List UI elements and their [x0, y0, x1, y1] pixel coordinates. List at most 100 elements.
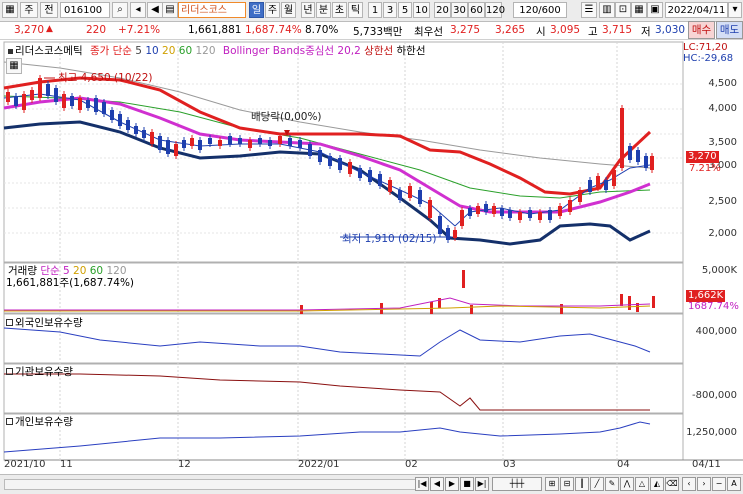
- chart-scrollbar[interactable]: |◀ ◀ ▶ ■ ▶| ┼┼┼ ⊞ ⊟ ┃ ╱ ✎ ⋀ △ ◭ ⌫ ‹ › − …: [0, 474, 743, 494]
- candle-body: [596, 176, 600, 188]
- interval-5-button[interactable]: 30: [451, 2, 468, 18]
- open-price: 3,095: [550, 24, 581, 36]
- foreign-title: 외국인보유수량: [6, 315, 83, 330]
- candle-body: [22, 94, 26, 110]
- volume-bar: [652, 296, 655, 308]
- interval-4-button[interactable]: 20: [434, 2, 451, 18]
- volume-pct-tag: 1687.74%: [688, 301, 739, 312]
- expand-icon[interactable]: A: [727, 477, 741, 491]
- line-icon[interactable]: ╱: [590, 477, 604, 491]
- x-axis-label: 11: [60, 459, 73, 470]
- interval-7-button[interactable]: 120: [485, 2, 505, 18]
- x-axis-label: 12: [178, 459, 191, 470]
- scroll-left-icon[interactable]: ‹: [682, 477, 696, 491]
- candle-body: [484, 204, 488, 212]
- range-select[interactable]: 전: [40, 2, 58, 18]
- speaker-icon[interactable]: ◀: [147, 2, 163, 18]
- zoom-in-icon[interactable]: ⊞: [545, 477, 559, 491]
- list-icon[interactable]: ☰: [581, 2, 597, 18]
- indiv-line: [3, 421, 651, 453]
- interval-3-button[interactable]: 10: [413, 2, 430, 18]
- indiv-label: 개인보유수량: [15, 416, 73, 428]
- candle-body: [278, 136, 282, 144]
- interval-0-button[interactable]: 1: [368, 2, 382, 18]
- scroll-right-icon[interactable]: ›: [697, 477, 711, 491]
- menu-icon[interactable]: ▦: [2, 2, 18, 18]
- candle-body: [110, 110, 114, 120]
- volume-ma-line: [4, 297, 651, 311]
- next-icon[interactable]: ▶|: [475, 477, 489, 491]
- calendar-icon[interactable]: ▤: [162, 2, 178, 18]
- price-axis-label: 4,500: [708, 78, 737, 89]
- period-4-button[interactable]: 분: [316, 2, 331, 18]
- grid-icon[interactable]: ▦: [631, 2, 647, 18]
- mountain-icon[interactable]: ⋀: [620, 477, 634, 491]
- ma-label: 종가 단순: [89, 45, 132, 57]
- fill-icon[interactable]: ◭: [650, 477, 664, 491]
- candle-body: [528, 210, 532, 218]
- stop-icon[interactable]: ■: [460, 477, 474, 491]
- interval-2-button[interactable]: 5: [398, 2, 412, 18]
- candle-icon[interactable]: ┃: [575, 477, 589, 491]
- candle-body: [604, 180, 608, 190]
- low-price: 3,030: [655, 24, 686, 36]
- volume-bar: [470, 305, 473, 314]
- ma120-label: 120: [195, 45, 216, 57]
- pen-icon[interactable]: ✎: [605, 477, 619, 491]
- lock-icon[interactable]: ⊡: [615, 2, 631, 18]
- search-icon[interactable]: ⌕: [112, 2, 128, 18]
- grid-toggle-icon[interactable]: ▦: [6, 58, 22, 74]
- chart-icon[interactable]: ▥: [599, 2, 615, 18]
- bb-upper-label: 상한선: [364, 45, 394, 57]
- first-icon[interactable]: |◀: [415, 477, 429, 491]
- prev-page-icon[interactable]: ◀: [430, 477, 444, 491]
- turnover-rate: 8.70%: [305, 24, 339, 36]
- shrink-icon[interactable]: −: [712, 477, 726, 491]
- candle-body: [338, 158, 342, 170]
- zoom-out-icon[interactable]: ⊟: [560, 477, 574, 491]
- candle-body: [492, 206, 496, 214]
- period-0-button[interactable]: 일: [249, 2, 264, 18]
- pct-tag: 7.21%: [689, 163, 721, 174]
- save-icon[interactable]: ▣: [647, 2, 663, 18]
- candle-body: [158, 136, 162, 150]
- price-axis-label: 2,000: [708, 228, 737, 239]
- sell-button[interactable]: 매도: [716, 21, 743, 39]
- candle-body: [500, 208, 504, 216]
- candle-body: [408, 186, 412, 198]
- interval-6-button[interactable]: 60: [468, 2, 485, 18]
- buy-button[interactable]: 매수: [688, 21, 715, 39]
- period-3-button[interactable]: 년: [301, 2, 315, 18]
- bb-upper-line: [3, 76, 652, 196]
- candle-body: [102, 102, 106, 114]
- market-select[interactable]: 주: [20, 2, 38, 18]
- play-icon[interactable]: ▶: [445, 477, 459, 491]
- candle-body: [612, 170, 616, 186]
- candle-body: [150, 132, 154, 144]
- count-field[interactable]: 120/600: [513, 2, 567, 18]
- period-2-button[interactable]: 월: [281, 2, 296, 18]
- candle-body: [538, 212, 542, 220]
- stock-chart[interactable]: [0, 40, 743, 474]
- candle-body: [134, 126, 138, 134]
- period-1-button[interactable]: 주: [265, 2, 280, 18]
- period-6-button[interactable]: 틱: [348, 2, 363, 18]
- stock-name[interactable]: 리더스코스: [178, 2, 246, 18]
- stock-name-label: 리더스코스메틱: [15, 45, 83, 57]
- prev-icon[interactable]: ◂: [130, 2, 146, 18]
- zoom-slider[interactable]: ┼┼┼: [492, 477, 542, 491]
- period-5-button[interactable]: 초: [332, 2, 347, 18]
- change-percent: +7.21%: [118, 24, 161, 36]
- volume-bar: [628, 296, 631, 310]
- scroll-track[interactable]: [4, 479, 416, 490]
- max-annotation: 최고 4,650 (10/22): [58, 72, 153, 84]
- volume-bar: [620, 294, 623, 306]
- shape-icon[interactable]: △: [635, 477, 649, 491]
- erase-icon[interactable]: ⌫: [665, 477, 679, 491]
- stock-code-input[interactable]: 016100: [60, 2, 110, 18]
- date-field[interactable]: 2022/04/11: [665, 2, 728, 18]
- interval-1-button[interactable]: 3: [383, 2, 397, 18]
- candle-body: [174, 144, 178, 156]
- calendar-dropdown-icon[interactable]: ▾: [728, 2, 742, 18]
- bb-lower-label: 하한선: [396, 45, 426, 57]
